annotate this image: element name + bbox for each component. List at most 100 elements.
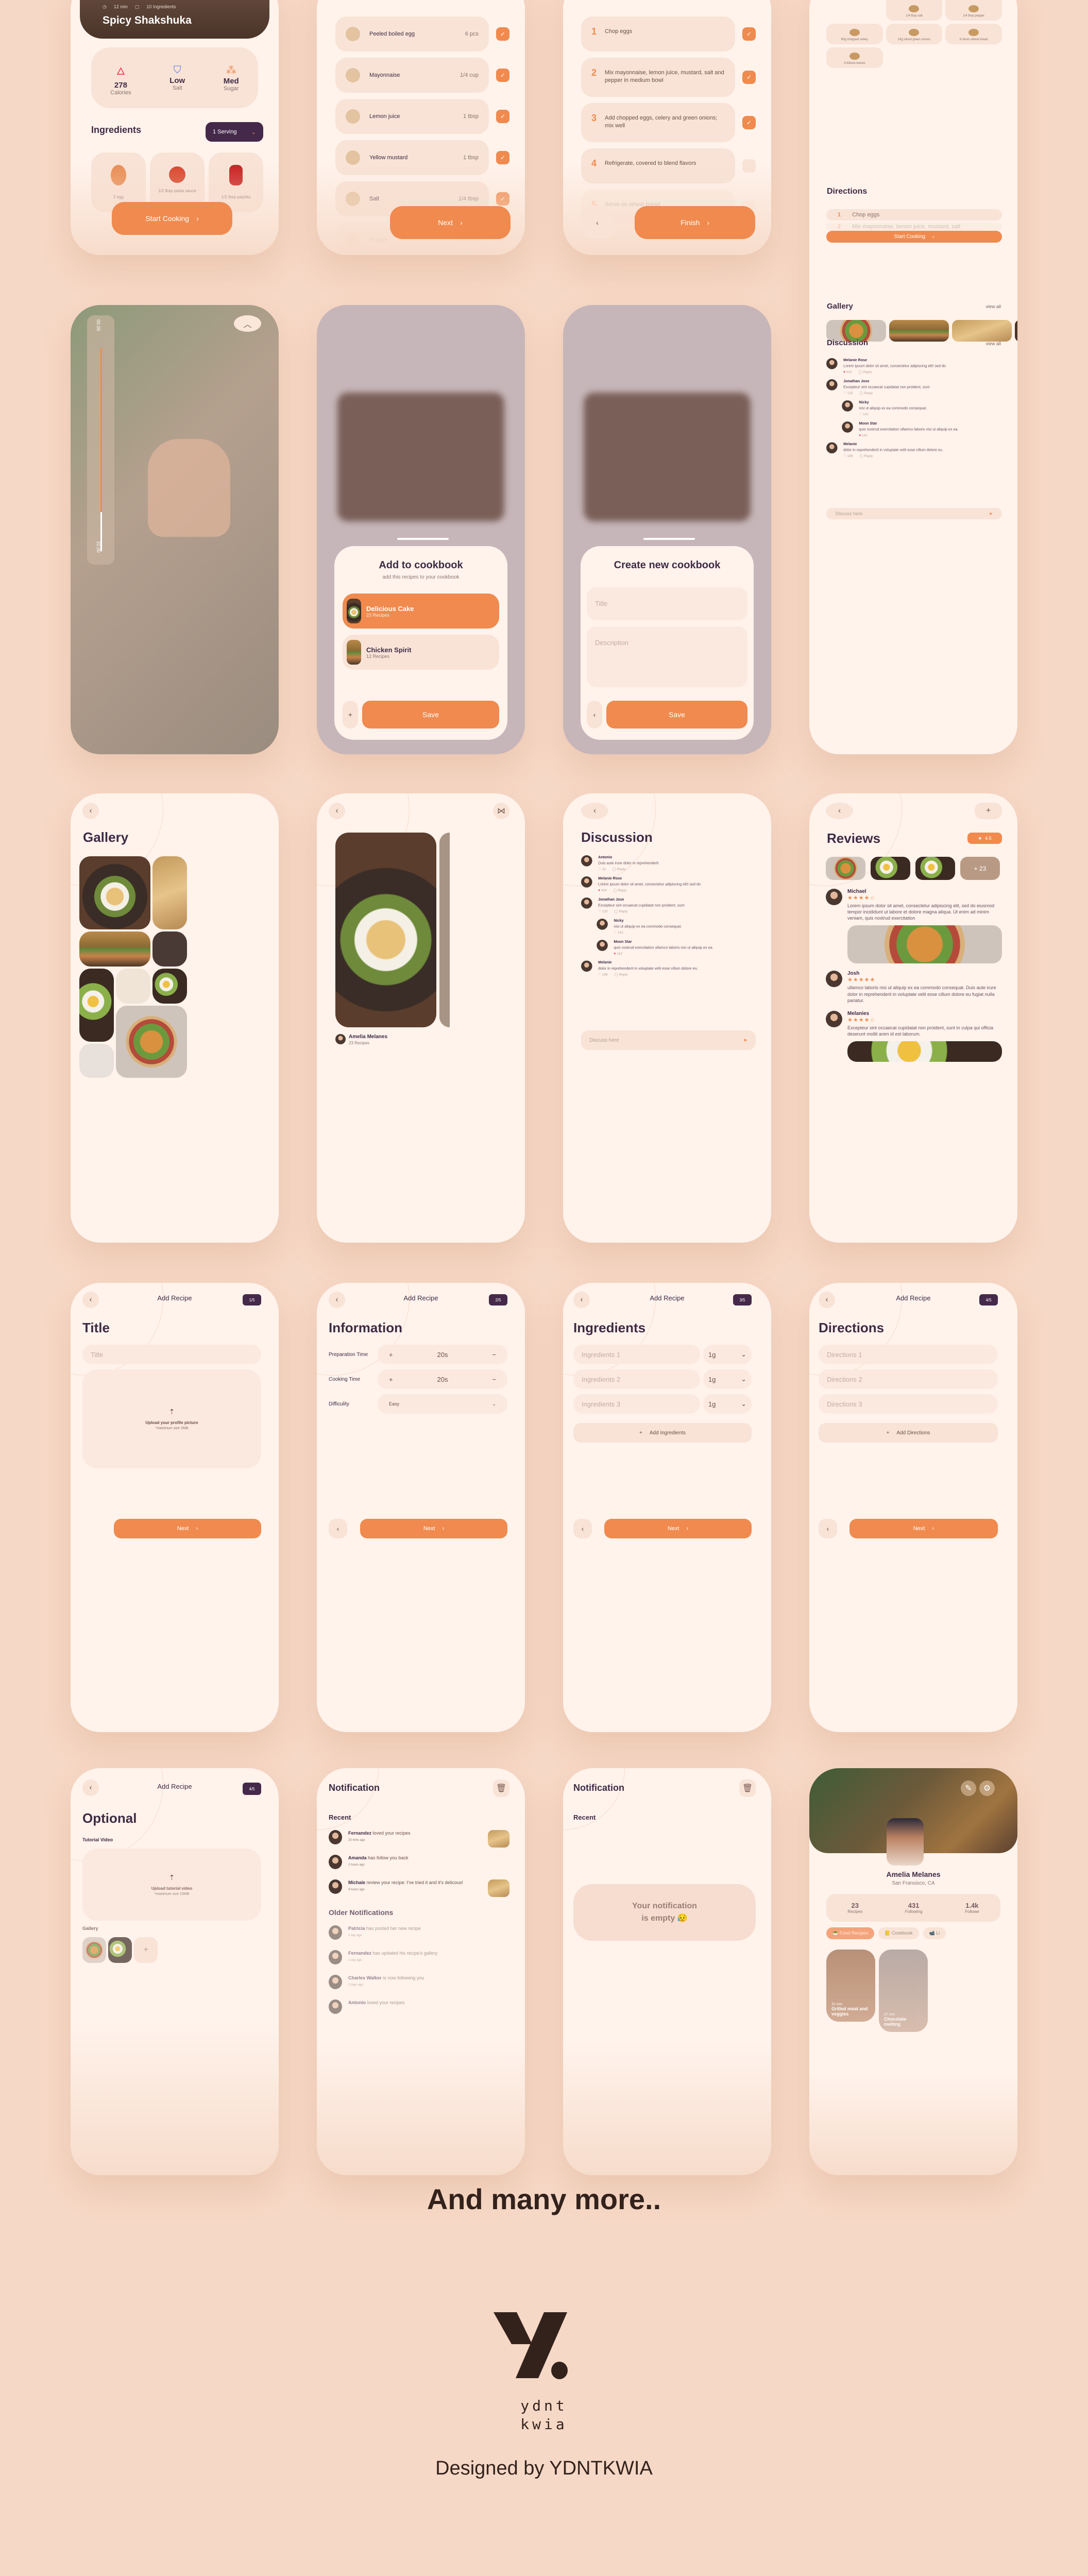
commenter-avatar[interactable] bbox=[842, 421, 853, 433]
ingredient-checkbox[interactable]: ✓ bbox=[496, 69, 509, 82]
review-photo[interactable] bbox=[847, 1041, 1002, 1062]
reviewer-name[interactable]: Josh bbox=[847, 971, 1002, 976]
author-name[interactable]: Amelia Melanes bbox=[349, 1034, 387, 1040]
reviewer-name[interactable]: Michael bbox=[847, 889, 1002, 894]
notification-item[interactable]: Fernandez loved your recipes 23 mins ago bbox=[329, 1830, 509, 1848]
reviewer-avatar[interactable] bbox=[826, 971, 842, 988]
back-button[interactable]: ‹ bbox=[581, 803, 608, 819]
notification-item[interactable]: Amanda has follow you back 2 hours ago bbox=[329, 1855, 509, 1872]
notifier-avatar[interactable] bbox=[329, 1830, 342, 1844]
review-photo[interactable] bbox=[915, 857, 955, 880]
notification-item[interactable]: Patricia has posted her new recipe 1 day… bbox=[329, 1925, 509, 1943]
back-step-button[interactable]: ‹ bbox=[819, 1519, 837, 1538]
back-step-button[interactable]: ‹ bbox=[573, 1519, 592, 1538]
notifier-avatar[interactable] bbox=[329, 1999, 342, 2014]
step-row[interactable]: 1 Chop eggs ✓ bbox=[581, 16, 756, 52]
notification-item[interactable]: Fernandez has updated his recipe's galle… bbox=[329, 1950, 509, 1968]
reply-button[interactable]: ◯ Reply bbox=[860, 454, 873, 458]
add-directions-button[interactable]: + Add Directions bbox=[819, 1423, 998, 1443]
ingredient-input[interactable]: Ingredients 3 bbox=[573, 1394, 700, 1414]
like-button[interactable]: ♡ 32 bbox=[598, 867, 606, 871]
gallery-photo[interactable] bbox=[79, 856, 150, 929]
unit-select[interactable]: 1g ⌄ bbox=[703, 1345, 752, 1364]
reply-button[interactable]: ◯ Reply bbox=[613, 867, 626, 871]
recipe-title-input[interactable]: Title bbox=[82, 1345, 261, 1364]
plus-icon[interactable]: + bbox=[389, 1376, 393, 1383]
reply-button[interactable]: ◯ Reply bbox=[860, 391, 873, 395]
start-cooking-button[interactable]: Start Cooking › bbox=[112, 202, 232, 235]
like-button[interactable]: ♡ 186 bbox=[598, 973, 607, 977]
commenter-avatar[interactable] bbox=[826, 442, 838, 454]
commenter-avatar[interactable] bbox=[826, 379, 838, 391]
cookbook-item[interactable]: Chicken Spirit 12 Recipes bbox=[343, 635, 499, 670]
notifier-avatar[interactable] bbox=[329, 1855, 342, 1869]
sheet-handle[interactable] bbox=[397, 538, 449, 540]
commenter-name[interactable]: Jonathan Jose bbox=[843, 379, 1000, 383]
finish-button[interactable]: Finish › bbox=[635, 206, 755, 239]
prep-time-stepper[interactable]: +20s − bbox=[378, 1345, 507, 1364]
minus-icon[interactable]: − bbox=[492, 1376, 496, 1383]
step-row[interactable]: 3 Add chopped eggs, celery and green oni… bbox=[581, 103, 756, 142]
commenter-name[interactable]: Jonathan Jose bbox=[598, 897, 755, 902]
cookbook-title-input[interactable]: Title bbox=[587, 587, 747, 620]
step-checkbox[interactable]: ✓ bbox=[742, 71, 756, 84]
plus-icon[interactable]: + bbox=[389, 1351, 393, 1359]
cookbook-description-input[interactable]: Description bbox=[587, 626, 747, 687]
gallery-upload-thumb[interactable] bbox=[108, 1937, 132, 1963]
commenter-name[interactable]: Antonio bbox=[598, 855, 755, 859]
photo-next-peek[interactable] bbox=[439, 833, 450, 1027]
like-button[interactable]: ♡ 125 bbox=[598, 909, 607, 913]
add-gallery-photo-button[interactable]: + bbox=[134, 1937, 158, 1963]
next-button[interactable]: Next › bbox=[390, 206, 511, 239]
like-button[interactable]: ♥ 142 bbox=[614, 952, 622, 955]
recipe-card[interactable]: 27 min Chocolate melting bbox=[879, 1950, 928, 2032]
ingredient-check-row[interactable]: Mayonnaise 1/4 cup ✓ bbox=[335, 58, 509, 93]
notification-item[interactable]: Charles Walker is now following you 2 da… bbox=[329, 1975, 509, 1992]
stat-following[interactable]: 431 Following bbox=[905, 1902, 923, 1914]
commenter-name[interactable]: Melanie bbox=[598, 960, 755, 964]
like-button[interactable]: ♥ 424 bbox=[598, 888, 606, 892]
commenter-name[interactable]: Melanie Rose bbox=[598, 876, 755, 880]
settings-button[interactable]: ⚙ bbox=[979, 1781, 995, 1796]
upload-picture-area[interactable]: ⇡ Upload your profile picture *maximum siz… bbox=[82, 1369, 261, 1468]
add-cookbook-button[interactable]: + bbox=[343, 701, 358, 728]
cookbook-item-selected[interactable]: Delicious Cake 23 Recipes bbox=[343, 594, 499, 629]
back-button[interactable]: ‹ bbox=[587, 701, 602, 728]
more-photos-button[interactable]: + 23 bbox=[960, 857, 1000, 880]
delete-notifications-button[interactable]: 🗑 bbox=[739, 1780, 756, 1797]
add-ingredients-button[interactable]: + Add Ingredients bbox=[573, 1423, 752, 1443]
step-checkbox[interactable]: ✓ bbox=[742, 116, 756, 129]
commenter-name[interactable]: Moon Star bbox=[859, 421, 1000, 426]
ingredient-check-row[interactable]: Lemon juice 1 tbsp ✓ bbox=[335, 99, 509, 134]
author-avatar[interactable] bbox=[335, 1034, 346, 1044]
edit-profile-button[interactable]: ✎ bbox=[961, 1781, 976, 1796]
gallery-thumb[interactable] bbox=[952, 320, 1012, 342]
back-button[interactable]: ‹ bbox=[581, 206, 614, 239]
save-button[interactable]: Save bbox=[362, 701, 499, 728]
difficulty-select[interactable]: Easy ⌄ bbox=[378, 1394, 507, 1414]
gallery-photo[interactable] bbox=[152, 931, 187, 967]
notifier-avatar[interactable] bbox=[329, 1950, 342, 1964]
notifier-avatar[interactable] bbox=[329, 1975, 342, 1989]
direction-input[interactable]: Directions 3 bbox=[819, 1394, 998, 1414]
commenter-name[interactable]: Nicky bbox=[859, 400, 1000, 404]
commenter-avatar[interactable] bbox=[597, 919, 608, 930]
gallery-photo[interactable] bbox=[79, 969, 114, 1042]
sheet-handle[interactable] bbox=[643, 538, 695, 540]
gallery-photo[interactable] bbox=[79, 1044, 114, 1078]
share-button[interactable]: ⋈ bbox=[493, 803, 509, 819]
reviewer-avatar[interactable] bbox=[826, 1010, 842, 1027]
commenter-avatar[interactable] bbox=[581, 897, 592, 909]
delete-notifications-button[interactable]: 🗑 bbox=[493, 1780, 509, 1797]
stat-followers[interactable]: 1.4k Followe bbox=[965, 1902, 979, 1914]
commenter-avatar[interactable] bbox=[826, 358, 838, 369]
save-button[interactable]: Save bbox=[606, 701, 747, 728]
gallery-photo[interactable] bbox=[116, 1006, 187, 1078]
start-cooking-button[interactable]: Start Cooking › bbox=[826, 231, 1002, 243]
review-photo[interactable] bbox=[847, 925, 1002, 964]
unit-select[interactable]: 1g ⌄ bbox=[703, 1369, 752, 1389]
reply-button[interactable]: ◯ Reply bbox=[859, 370, 872, 374]
commenter-name[interactable]: Moon Star bbox=[614, 940, 755, 944]
ingredient-checkbox[interactable]: ✓ bbox=[496, 110, 509, 123]
step-checkbox[interactable]: ✓ bbox=[742, 27, 756, 41]
